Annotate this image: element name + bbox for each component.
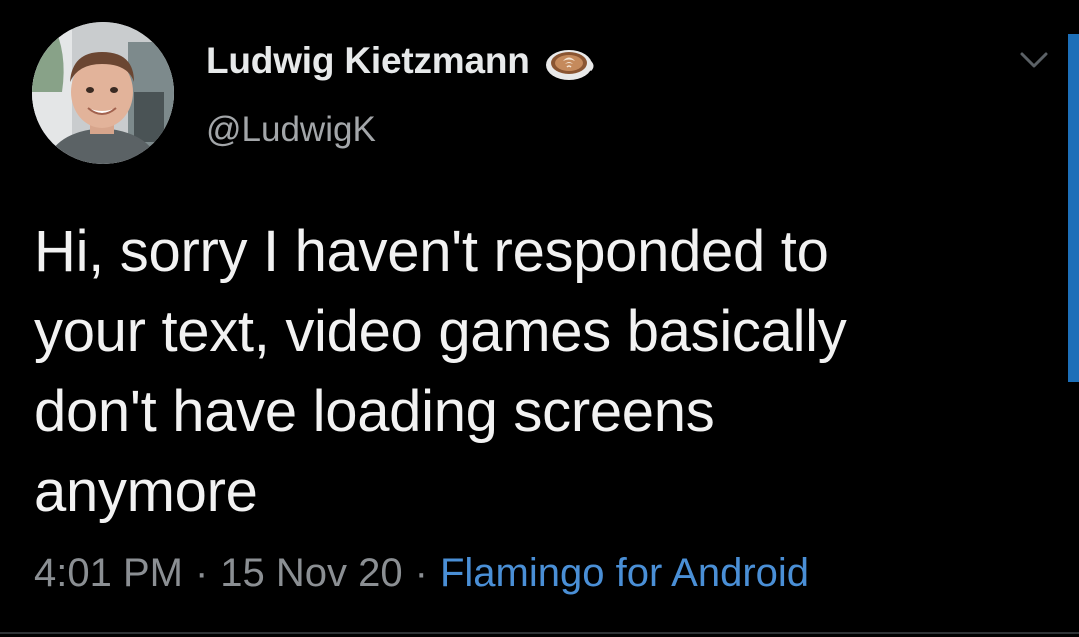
tweet-text-line: don't have loading screens (34, 379, 715, 444)
tweet-text-line: anymore (34, 459, 258, 524)
meta-separator: · (414, 551, 428, 595)
latte-art-coffee-icon (544, 36, 594, 86)
meta-separator: · (194, 551, 209, 595)
chevron-down-icon[interactable] (1016, 46, 1052, 76)
scroll-indicator (1068, 34, 1079, 382)
avatar[interactable] (32, 22, 174, 164)
author-handle[interactable]: @LudwigK (206, 110, 376, 150)
tweet-text-line: Hi, sorry I haven't responded to (34, 219, 829, 284)
tweet-date: 15 Nov 20 (220, 551, 403, 595)
author-name-row: Ludwig Kietzmann (206, 36, 594, 86)
tweet-card: Ludwig Kietzmann @LudwigK Hi, sorry I ha… (0, 0, 1079, 637)
tweet-source-link[interactable]: Flamingo for Android (440, 551, 809, 596)
tweet-time: 4:01 PM (34, 551, 183, 595)
tweet-text: Hi, sorry I haven't responded to your te… (34, 212, 1034, 532)
tweet-text-line: your text, video games basically (34, 299, 847, 364)
avatar-photo (32, 22, 174, 164)
author-display-name[interactable]: Ludwig Kietzmann (206, 40, 530, 82)
tweet-meta: 4:01 PM · 15 Nov 20 · Flamingo for Andro… (34, 551, 809, 596)
divider (0, 632, 1079, 634)
